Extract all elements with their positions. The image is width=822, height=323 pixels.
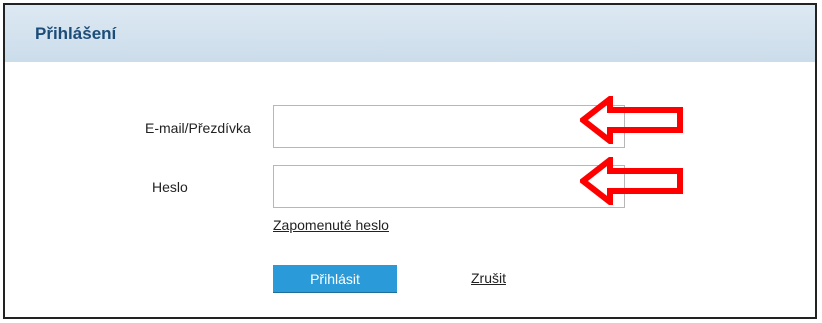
- forgot-password-link[interactable]: Zapomenuté heslo: [273, 217, 389, 233]
- left-arrow-icon: [580, 157, 683, 205]
- login-button[interactable]: Přihlásit: [273, 265, 397, 292]
- login-panel: Přihlášení E-mail/Přezdívka Heslo Zapome…: [3, 3, 817, 319]
- password-field[interactable]: [273, 165, 625, 208]
- email-field[interactable]: [273, 105, 625, 148]
- panel-title: Přihlášení: [35, 24, 117, 43]
- password-label: Heslo: [152, 179, 188, 195]
- cancel-link[interactable]: Zrušit: [471, 270, 506, 286]
- left-arrow-icon: [580, 96, 683, 144]
- email-label: E-mail/Přezdívka: [145, 120, 251, 136]
- panel-header: Přihlášení: [5, 5, 815, 62]
